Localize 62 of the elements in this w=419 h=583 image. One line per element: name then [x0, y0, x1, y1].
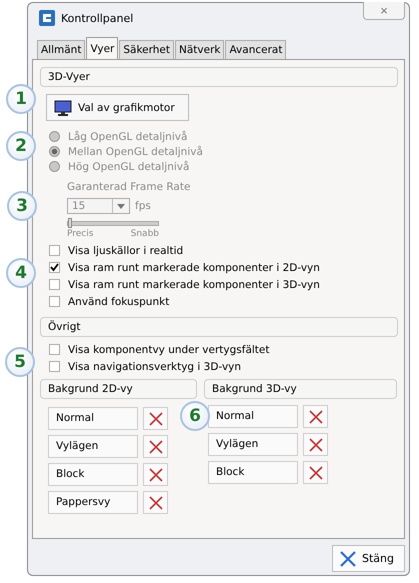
- background-option[interactable]: Normal: [48, 407, 138, 430]
- background-option[interactable]: Normal: [208, 405, 298, 428]
- callout-badge: 4: [6, 258, 36, 288]
- radio-label: Mellan OpenGL detaljnivå: [68, 146, 203, 158]
- background-option[interactable]: Vylägen: [48, 435, 138, 458]
- field-label: Garanterad Frame Rate: [67, 181, 192, 195]
- tab[interactable]: Nätverk: [175, 40, 224, 59]
- background-option[interactable]: Block: [208, 461, 298, 484]
- close-icon: [308, 466, 322, 480]
- monitor-icon: [54, 100, 72, 116]
- delete-button[interactable]: [143, 491, 168, 514]
- callout-badge: 2: [6, 131, 36, 161]
- delete-button[interactable]: [143, 407, 168, 430]
- close-icon: [148, 412, 162, 426]
- callout-badge: 5: [5, 347, 35, 377]
- checkbox[interactable]: [49, 245, 60, 256]
- delete-button[interactable]: [303, 405, 328, 428]
- section-header: 3D-Vyer: [40, 67, 398, 87]
- checkbox[interactable]: [49, 361, 60, 372]
- section-header: Övrigt: [40, 317, 398, 337]
- close-icon: [148, 468, 162, 482]
- slider-label: Snabb: [130, 229, 159, 239]
- radio-label: Låg OpenGL detaljnivå: [68, 130, 188, 142]
- close-icon: [308, 410, 322, 424]
- close-dialog-button[interactable]: Stäng: [332, 545, 405, 572]
- slider-label: Precis: [67, 229, 94, 239]
- checkbox-label: Visa ljuskällor i realtid: [68, 244, 184, 256]
- callout-badge: 1: [6, 84, 36, 114]
- tab[interactable]: Vyer: [86, 37, 118, 59]
- checkbox[interactable]: [49, 344, 60, 355]
- tab[interactable]: Avancerat: [225, 40, 286, 59]
- background-option[interactable]: Block: [48, 463, 138, 486]
- background-option[interactable]: Pappersvy: [48, 491, 138, 514]
- delete-button[interactable]: [303, 433, 328, 456]
- graphics-engine-button[interactable]: Val av grafikmotor: [46, 94, 189, 121]
- close-icon: [308, 438, 322, 452]
- caret-icon: [117, 204, 125, 208]
- checkbox[interactable]: [49, 296, 60, 307]
- section-header: Bakgrund 2D-vy: [40, 379, 197, 399]
- delete-button[interactable]: [143, 463, 168, 486]
- checkbox-label: Visa navigationsverktyg i 3D-vyn: [68, 360, 242, 372]
- close-icon: [148, 440, 162, 454]
- close-button[interactable]: ×: [363, 2, 405, 20]
- background-option[interactable]: Vylägen: [208, 433, 298, 456]
- delete-button[interactable]: [303, 461, 328, 484]
- checkbox-label: Visa komponentvy under vertygsfältet: [68, 344, 270, 356]
- delete-button[interactable]: [143, 435, 168, 458]
- radio-label: Hög OpenGL detaljnivå: [68, 160, 190, 172]
- checkbox[interactable]: [49, 279, 60, 290]
- checkbox-label: Visa ram runt markerade komponenter i 3D-vyn: [68, 278, 320, 290]
- checkbox[interactable]: [49, 262, 60, 273]
- tab[interactable]: Säkerhet: [119, 40, 174, 59]
- window-title: Kontrollpanel: [61, 12, 134, 24]
- app-logo-icon: [39, 10, 55, 26]
- section-header: Bakgrund 3D-vy: [204, 379, 397, 399]
- close-icon: [339, 550, 357, 566]
- close-icon: [148, 496, 162, 510]
- tab[interactable]: Allmänt: [37, 40, 86, 59]
- callout-badge: 3: [7, 191, 37, 221]
- checkbox-label: Visa ram runt markerade komponenter i 2D-vyn: [68, 262, 320, 274]
- checkbox-label: Använd fokuspunkt: [68, 296, 170, 308]
- unit-label: fps: [135, 200, 151, 212]
